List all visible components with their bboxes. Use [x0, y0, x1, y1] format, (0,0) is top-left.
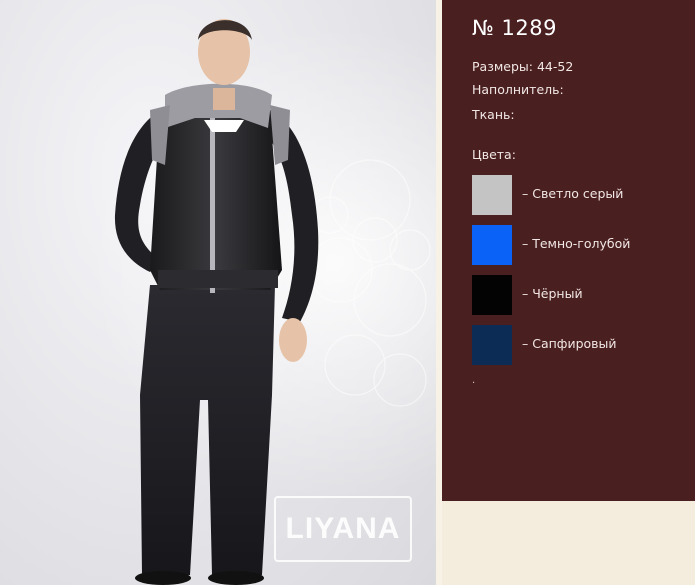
color-swatch[interactable]	[472, 275, 512, 315]
color-option-black[interactable]: – Чёрный	[472, 275, 692, 315]
color-swatch[interactable]	[472, 225, 512, 265]
color-swatch[interactable]	[472, 175, 512, 215]
fabric-text: Ткань:	[472, 107, 515, 122]
color-label: – Темно-голубой	[522, 236, 631, 251]
bottom-band	[442, 501, 695, 585]
color-option-sapphire[interactable]: – Сапфировый	[472, 325, 692, 365]
filler-text: Наполнитель:	[472, 82, 564, 97]
color-swatch[interactable]	[472, 325, 512, 365]
product-info-panel: № 1289 Размеры: 44-52 Наполнитель: Ткань…	[442, 0, 695, 501]
color-option-blue[interactable]: – Темно-голубой	[472, 225, 692, 265]
brand-logo: LIYANA	[274, 496, 412, 562]
color-label: – Светло серый	[522, 186, 624, 201]
color-label: – Сапфировый	[522, 336, 617, 351]
colors-heading: Цвета:	[472, 147, 516, 162]
brand-logo-text: LIYANA	[285, 512, 401, 545]
product-number: № 1289	[472, 16, 557, 40]
trailing-mark: .	[472, 375, 476, 386]
color-label: – Чёрный	[522, 286, 583, 301]
product-photo: LIYANA	[0, 0, 436, 585]
product-card: LIYANA № 1289 Размеры: 44-52 Наполнитель…	[0, 0, 695, 585]
sizes-text: Размеры: 44-52	[472, 59, 574, 74]
color-option-light-grey[interactable]: – Светло серый	[472, 175, 692, 215]
